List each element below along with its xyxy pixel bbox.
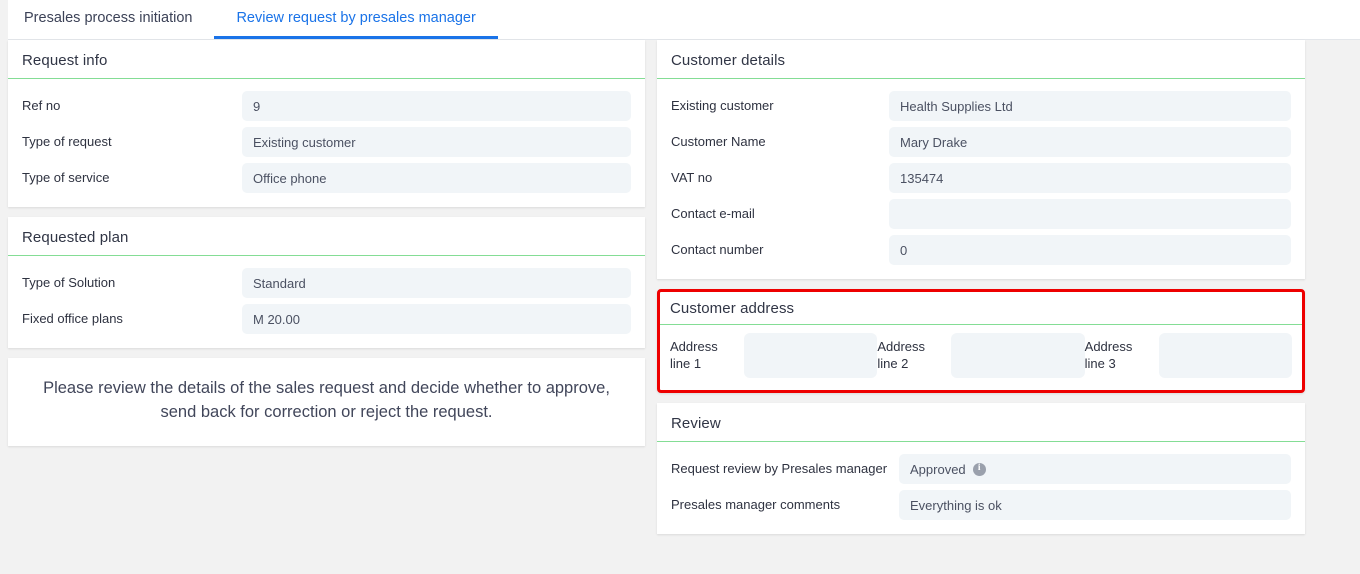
field-value-existing-customer[interactable]: Health Supplies Ltd [889, 91, 1291, 121]
field-row-contact-number: Contact number 0 [671, 235, 1291, 265]
card-body: Existing customer Health Supplies Ltd Cu… [657, 79, 1305, 279]
field-label: Fixed office plans [22, 310, 123, 326]
field-row-contact-email: Contact e-mail [671, 199, 1291, 229]
field-value-type-of-solution[interactable]: Standard [242, 268, 631, 298]
field-label: Contact e-mail [671, 205, 755, 221]
field-value-customer-name[interactable]: Mary Drake [889, 127, 1291, 157]
field-row-type-of-request: Type of request Existing customer [22, 127, 631, 157]
field-label: Address line 1 [670, 339, 718, 371]
card-body: Ref no 9 Type of request Existing custom… [8, 79, 645, 207]
field-label: Request review by Presales manager [671, 460, 888, 476]
field-label: Contact number [671, 241, 764, 257]
card-customer-details: Customer details Existing customer Healt… [657, 40, 1305, 279]
review-instructions-notice: Please review the details of the sales r… [8, 358, 645, 446]
card-title-customer-details: Customer details [671, 52, 786, 69]
info-icon[interactable]: i [972, 462, 986, 476]
card-header: Customer details [657, 40, 1305, 79]
card-review: Review Request review by Presales manage… [657, 403, 1305, 534]
card-header: Request info [8, 40, 645, 79]
field-label: Type of Solution [22, 274, 116, 290]
card-body: Type of Solution Standard Fixed office p… [8, 256, 645, 348]
card-title-review: Review [671, 415, 721, 432]
field-label: Type of service [22, 169, 110, 185]
card-body: Request review by Presales manager Appro… [657, 442, 1305, 534]
field-value-address-line-1[interactable] [744, 333, 878, 378]
decision-text: Approved [910, 461, 966, 477]
field-value-presales-manager-comments[interactable]: Everything is ok [899, 490, 1291, 520]
field-value-contact-number[interactable]: 0 [889, 235, 1291, 265]
tab-label: Presales process initiation [24, 10, 193, 26]
card-header: Customer address [660, 292, 1302, 325]
field-label: Presales manager comments [671, 496, 841, 512]
field-value-type-of-service[interactable]: Office phone [242, 163, 631, 193]
field-label: Ref no [22, 97, 61, 113]
field-label: Type of request [22, 133, 112, 149]
field-group-address-line-3: Address line 3 [1085, 333, 1292, 378]
card-request-info: Request info Ref no 9 Type of request Ex… [8, 40, 645, 207]
field-group-address-line-1: Address line 1 [670, 333, 878, 378]
left-column: Request info Ref no 9 Type of request Ex… [8, 40, 645, 446]
field-row-type-of-service: Type of service Office phone [22, 163, 631, 193]
notice-text: Please review the details of the sales r… [43, 379, 610, 421]
field-row-presales-manager-comments: Presales manager comments Everything is … [671, 490, 1291, 520]
field-value-ref-no[interactable]: 9 [242, 91, 631, 121]
right-column: Customer details Existing customer Healt… [657, 40, 1305, 544]
field-label: Customer Name [671, 133, 766, 149]
field-group-address-line-2: Address line 2 [877, 333, 1085, 378]
field-value-fixed-office-plans[interactable]: M 20.00 [242, 304, 631, 334]
tab-bar: Presales process initiation Review reque… [8, 0, 1360, 40]
field-value-contact-email[interactable] [889, 199, 1291, 229]
field-value-address-line-2[interactable] [951, 333, 1085, 378]
card-title-requested-plan: Requested plan [22, 229, 129, 246]
field-row-vat-no: VAT no 135474 [671, 163, 1291, 193]
field-label: Address line 3 [1084, 339, 1133, 371]
field-label: Existing customer [671, 97, 774, 113]
field-label: VAT no [671, 169, 713, 185]
tab-label: Review request by presales manager [236, 10, 476, 26]
card-title-request-info: Request info [22, 52, 108, 69]
field-row-fixed-office-plans: Fixed office plans M 20.00 [22, 304, 631, 334]
tab-review-request-by-presales-manager[interactable]: Review request by presales manager [214, 0, 498, 39]
field-row-existing-customer: Existing customer Health Supplies Ltd [671, 91, 1291, 121]
tab-presales-process-initiation[interactable]: Presales process initiation [8, 0, 214, 39]
card-header: Requested plan [8, 217, 645, 256]
field-value-request-review[interactable]: Approved i [899, 454, 1291, 484]
address-fields-row: Address line 1 Address line 2 Address li… [660, 325, 1302, 390]
field-row-type-of-solution: Type of Solution Standard [22, 268, 631, 298]
field-row-ref-no: Ref no 9 [22, 91, 631, 121]
card-header: Review [657, 403, 1305, 442]
field-value-vat-no[interactable]: 135474 [889, 163, 1291, 193]
field-value-address-line-3[interactable] [1158, 333, 1292, 378]
field-row-customer-name: Customer Name Mary Drake [671, 127, 1291, 157]
card-customer-address: Customer address Address line 1 Address … [657, 289, 1305, 393]
field-label: Address line 2 [877, 339, 926, 371]
field-value-type-of-request[interactable]: Existing customer [242, 127, 631, 157]
field-row-request-review: Request review by Presales manager Appro… [671, 454, 1291, 484]
card-title-customer-address: Customer address [670, 300, 795, 317]
page-content: Request info Ref no 9 Type of request Ex… [0, 40, 1360, 574]
card-requested-plan: Requested plan Type of Solution Standard… [8, 217, 645, 348]
